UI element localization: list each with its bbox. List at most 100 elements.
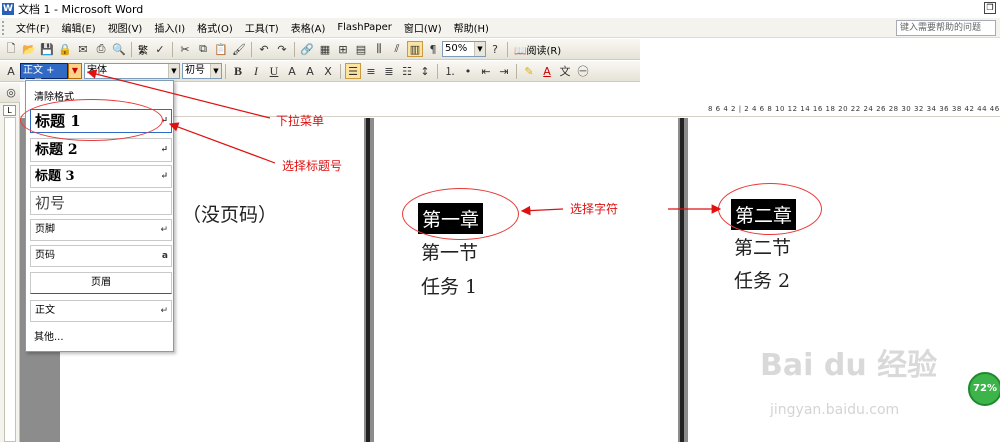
italic-button[interactable]: I <box>248 63 264 79</box>
cut-icon[interactable]: ✂ <box>177 41 193 57</box>
mini-toolbar: ◎ <box>0 83 20 103</box>
help-search-input[interactable]: 键入需要帮助的问题 <box>896 20 996 36</box>
separator <box>251 41 252 57</box>
style-item-heading3[interactable]: 标题 3 ↵ <box>30 165 172 188</box>
paragraph-mark-icon: ↵ <box>160 145 168 155</box>
menu-table[interactable]: 表格(A) <box>285 20 332 35</box>
decrease-indent-icon[interactable]: ⇤ <box>478 63 494 79</box>
traditional-chinese-button[interactable]: 繁 <box>135 42 151 57</box>
font-size-value: 初号 <box>185 65 205 76</box>
show-hide-icon[interactable]: ¶ <box>425 41 441 57</box>
menu-tools[interactable]: 工具(T) <box>239 20 285 35</box>
font-size-select[interactable]: 初号 ▼ <box>182 63 222 79</box>
page-2[interactable] <box>374 118 678 442</box>
read-button[interactable]: 📖阅读(R) <box>511 42 564 57</box>
separator <box>340 63 341 79</box>
style-item-chuhao[interactable]: 初号 <box>30 191 172 215</box>
permission-icon[interactable]: 🔒 <box>57 41 73 57</box>
highlight-icon[interactable]: ✎ <box>521 63 537 79</box>
underline-button[interactable]: U <box>266 63 282 79</box>
help-icon[interactable]: ? <box>487 41 503 57</box>
print-icon[interactable]: ⎙ <box>93 41 109 57</box>
hyperlink-icon[interactable]: 🔗 <box>299 41 315 57</box>
tab-selector-icon[interactable]: L <box>3 105 16 116</box>
char-border-button[interactable]: A <box>284 63 300 79</box>
enclose-characters-icon[interactable]: ㊀ <box>575 63 591 79</box>
style-item-page-number[interactable]: 页码 a <box>30 245 172 267</box>
vertical-ruler[interactable]: L <box>0 103 20 442</box>
numbering-icon[interactable]: ⒈ <box>442 63 458 79</box>
insert-excel-icon[interactable]: ▤ <box>353 41 369 57</box>
styles-pane-icon[interactable]: A <box>3 63 19 79</box>
style-item-footer[interactable]: 页脚 ↵ <box>30 219 172 241</box>
menu-window[interactable]: 窗口(W) <box>398 20 448 35</box>
menu-flashpaper[interactable]: FlashPaper <box>331 22 398 33</box>
menu-help[interactable]: 帮助(H) <box>448 20 495 35</box>
font-value: 宋体 <box>87 65 107 76</box>
distributed-icon[interactable]: ☷ <box>399 63 415 79</box>
page-divider <box>366 118 370 442</box>
spelling-icon[interactable]: ✓ <box>152 41 168 57</box>
columns-icon[interactable]: ⫼ <box>371 41 387 57</box>
save-icon[interactable]: 💾 <box>39 41 55 57</box>
style-item-body[interactable]: 正文 ↵ <box>30 300 172 322</box>
menu-view[interactable]: 视图(V) <box>102 20 149 35</box>
toolbar-grip[interactable] <box>2 20 8 35</box>
undo-icon[interactable]: ↶ <box>256 41 272 57</box>
line-spacing-icon[interactable]: ↕ <box>417 63 433 79</box>
chevron-down-icon: ▼ <box>474 42 485 56</box>
copy-icon[interactable]: ⧉ <box>195 41 211 57</box>
increase-indent-icon[interactable]: ⇥ <box>496 63 512 79</box>
menu-insert[interactable]: 插入(I) <box>148 20 191 35</box>
read-icon: 📖 <box>514 45 527 57</box>
window-title: 文档 1 - Microsoft Word <box>18 3 144 16</box>
email-icon[interactable]: ✉ <box>75 41 91 57</box>
align-justify-icon[interactable]: ☰ <box>345 63 361 79</box>
align-right-icon[interactable]: ≣ <box>381 63 397 79</box>
new-document-icon[interactable]: 🗋 <box>3 41 19 57</box>
paragraph-mark-icon: ↵ <box>160 225 168 235</box>
formatting-toolbar: A 正文 + 初号 ▼ 宋体▼ 初号▼ B I U A A X ☰ ≡ ≣ ☷ … <box>0 61 640 90</box>
align-center-icon[interactable]: ≡ <box>363 63 379 79</box>
restore-icon[interactable]: ❐ <box>984 2 996 14</box>
style-item-label: 标题 2 <box>35 142 78 158</box>
char-shading-button[interactable]: A <box>302 63 318 79</box>
style-dropdown-button[interactable]: ▼ <box>68 63 82 79</box>
style-item-heading2[interactable]: 标题 2 ↵ <box>30 138 172 162</box>
drawing-icon[interactable]: ⫽ <box>389 41 405 57</box>
document-map-icon[interactable]: ▥ <box>407 41 423 57</box>
chapter1-highlight-oval <box>402 188 519 240</box>
insert-table-icon[interactable]: ⊞ <box>335 41 351 57</box>
baidu-watermark: Bai du 经验 <box>760 348 938 383</box>
zoom-select[interactable]: 50% ▼ <box>442 41 486 57</box>
drawing-canvas-icon[interactable]: ◎ <box>3 85 19 101</box>
style-select[interactable]: 正文 + 初号 <box>20 63 68 90</box>
redo-icon[interactable]: ↷ <box>274 41 290 57</box>
paragraph-mark-icon: ↵ <box>160 171 168 181</box>
tables-borders-icon[interactable]: ▦ <box>317 41 333 57</box>
separator <box>516 63 517 79</box>
font-select[interactable]: 宋体 ▼ <box>84 63 180 79</box>
section-1-text: 第一节 <box>421 242 479 264</box>
menu-format[interactable]: 格式(O) <box>191 20 239 35</box>
vertical-ruler-strip <box>4 117 16 442</box>
style-item-label: 标题 3 <box>35 169 75 184</box>
standard-toolbar: 🗋 📂 💾 🔒 ✉ ⎙ 🔍 繁 ✓ ✂ ⧉ 📋 🖌 ↶ ↷ 🔗 ▦ ⊞ ▤ ⫼ … <box>0 39 640 60</box>
open-icon[interactable]: 📂 <box>21 41 37 57</box>
bullets-icon[interactable]: • <box>460 63 476 79</box>
baidu-watermark-url: jingyan.baidu.com <box>770 402 900 418</box>
bold-button[interactable]: B <box>230 63 246 79</box>
style-item-more[interactable]: 其他... <box>30 329 172 347</box>
menu-edit[interactable]: 编辑(E) <box>56 20 102 35</box>
format-painter-icon[interactable]: 🖌 <box>231 41 247 57</box>
separator <box>172 41 173 57</box>
paste-icon[interactable]: 📋 <box>213 41 229 57</box>
char-scale-icon[interactable]: X <box>320 63 336 79</box>
separator <box>507 41 508 57</box>
print-preview-icon[interactable]: 🔍 <box>111 41 127 57</box>
phonetic-guide-icon[interactable]: 文 <box>557 63 573 79</box>
menu-file[interactable]: 文件(F) <box>10 20 56 35</box>
separator <box>294 41 295 57</box>
font-color-button[interactable]: A <box>539 63 555 79</box>
style-item-header[interactable]: 页眉 <box>30 272 172 294</box>
